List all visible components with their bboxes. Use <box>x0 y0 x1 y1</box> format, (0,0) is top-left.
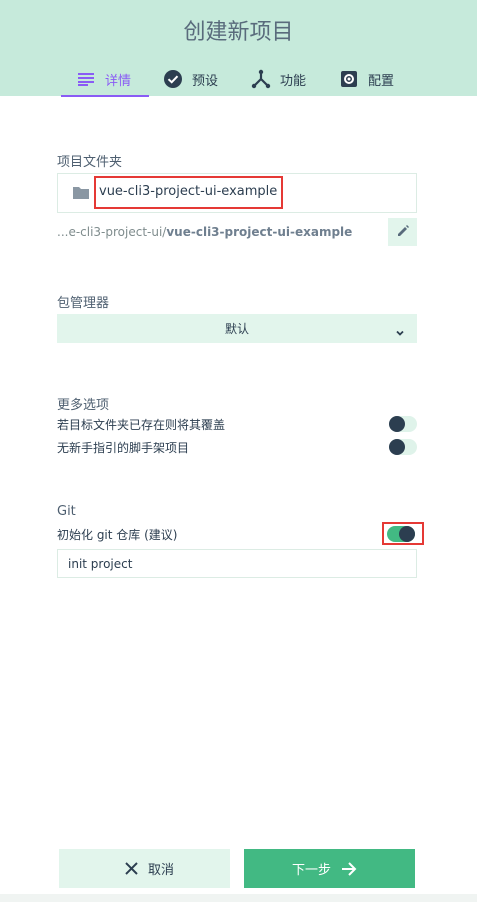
check-circle-icon <box>163 69 183 89</box>
footer-divider <box>0 894 477 902</box>
tab-config[interactable]: 配置 <box>339 62 394 96</box>
git-init-row: 初始化 git 仓库 (建议) <box>57 524 417 544</box>
project-path: ...e-cli3-project-ui/vue-cli3-project-ui… <box>57 225 352 239</box>
option-force-label: 若目标文件夹已存在则将其覆盖 <box>57 418 226 432</box>
commit-message-value: init project <box>68 556 133 571</box>
more-options-label: 更多选项 <box>57 398 110 413</box>
folder-highlight <box>94 176 283 209</box>
edit-path-button[interactable] <box>388 218 417 246</box>
tab-label: 预设 <box>192 73 219 89</box>
tab-label: 功能 <box>280 73 307 89</box>
path-folder: vue-cli3-project-ui-example <box>166 225 353 239</box>
option-bare-label: 无新手指引的脚手架项目 <box>57 441 190 455</box>
path-prefix: ...e-cli3-project-ui/ <box>57 225 167 239</box>
cancel-label: 取消 <box>147 863 174 878</box>
tab-features[interactable]: 功能 <box>251 62 306 96</box>
pencil-icon <box>396 223 410 242</box>
tab-label: 详情 <box>105 73 132 89</box>
git-toggle-highlight <box>382 522 424 545</box>
package-manager-select[interactable]: 默认 <box>57 314 417 343</box>
tab-active-indicator <box>61 95 149 97</box>
header: 创建新项目 详情 预设 功能 配置 <box>0 0 477 96</box>
option-force-toggle[interactable] <box>389 416 417 432</box>
tab-details[interactable]: 详情 <box>76 62 131 96</box>
package-manager-label: 包管理器 <box>57 296 110 311</box>
toggle-knob <box>389 439 405 455</box>
git-label: Git <box>57 504 76 519</box>
option-bare-toggle[interactable] <box>389 439 417 455</box>
git-init-label: 初始化 git 仓库 (建议) <box>57 528 178 542</box>
cancel-button[interactable]: 取消 <box>59 849 230 888</box>
tab-label: 配置 <box>368 73 395 89</box>
commit-message-input[interactable]: init project <box>57 549 417 578</box>
tab-bar: 详情 预设 功能 配置 <box>0 62 477 96</box>
folder-icon <box>72 185 90 204</box>
chevron-down-icon <box>395 323 405 342</box>
option-bare-row: 无新手指引的脚手架项目 <box>57 437 417 457</box>
page-title: 创建新项目 <box>183 20 294 45</box>
next-button[interactable]: 下一步 <box>244 849 415 888</box>
list-icon <box>76 69 96 89</box>
branch-icon <box>251 69 271 89</box>
next-label: 下一步 <box>291 863 331 878</box>
folder-label: 项目文件夹 <box>57 155 123 170</box>
close-icon <box>125 862 138 875</box>
option-force-row: 若目标文件夹已存在则将其覆盖 <box>57 414 417 434</box>
toggle-knob <box>389 416 405 432</box>
tab-presets[interactable]: 预设 <box>163 62 218 96</box>
settings-icon <box>339 69 359 89</box>
arrow-right-icon <box>341 861 357 876</box>
package-manager-value: 默认 <box>224 322 249 336</box>
